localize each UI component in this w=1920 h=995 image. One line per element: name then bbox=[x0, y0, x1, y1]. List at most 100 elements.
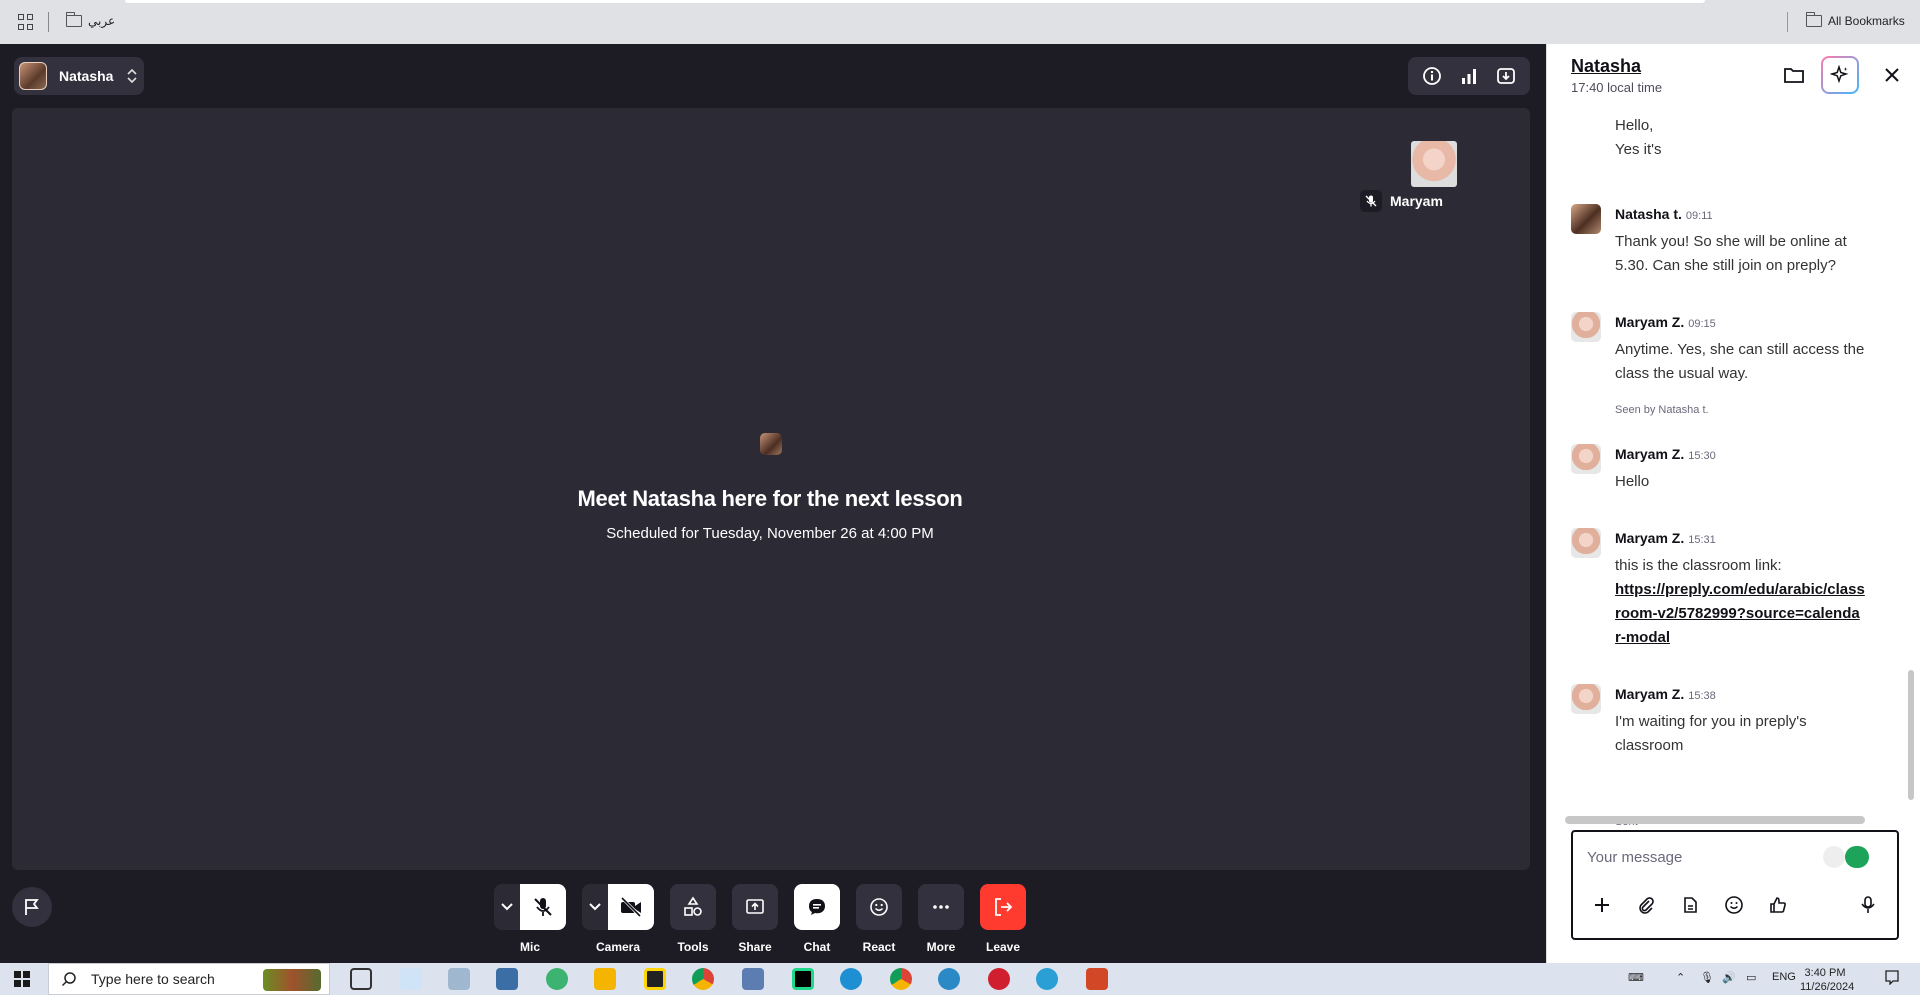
chevron-up-icon[interactable]: ⌃ bbox=[1676, 971, 1685, 984]
plus-icon bbox=[1595, 898, 1609, 912]
message-input[interactable] bbox=[1587, 846, 1817, 868]
camera-options-chevron-icon[interactable] bbox=[582, 884, 608, 930]
vertical-scrollbar[interactable] bbox=[1906, 110, 1916, 805]
mic-toggle-button[interactable] bbox=[520, 884, 566, 930]
folder-icon bbox=[1784, 68, 1804, 83]
download-icon[interactable] bbox=[1495, 65, 1517, 87]
scrollbar-thumb[interactable] bbox=[1565, 816, 1865, 824]
camera-label: Camera bbox=[595, 940, 641, 954]
emoji-button[interactable] bbox=[1719, 890, 1749, 920]
more-icon bbox=[933, 905, 949, 909]
more-label: More bbox=[926, 940, 956, 954]
photos-icon[interactable] bbox=[448, 968, 470, 990]
all-bookmarks[interactable]: All Bookmarks bbox=[1805, 12, 1905, 28]
bookmark-folder-arabic[interactable]: عربي bbox=[65, 12, 115, 28]
language-indicator[interactable]: ENG bbox=[1772, 971, 1796, 983]
edge-icon[interactable] bbox=[840, 968, 862, 990]
pycharm-icon[interactable] bbox=[792, 968, 814, 990]
clock-date: 11/26/2024 bbox=[1800, 981, 1855, 993]
signal-strength-icon[interactable] bbox=[1458, 65, 1480, 87]
message-time: 09:15 bbox=[1688, 318, 1716, 330]
chrome-profile-icon[interactable] bbox=[890, 968, 912, 990]
chat-app-icon[interactable] bbox=[546, 968, 568, 990]
chrome-icon[interactable] bbox=[692, 968, 714, 990]
apps-grid-icon[interactable] bbox=[18, 14, 34, 30]
voice-message-button[interactable] bbox=[1853, 890, 1883, 920]
app-icon[interactable] bbox=[496, 968, 518, 990]
pen-icon[interactable] bbox=[1823, 846, 1845, 868]
sticky-notes-icon[interactable] bbox=[644, 968, 666, 990]
message-author: Maryam Z. bbox=[1615, 530, 1685, 546]
message-text: this is the classroom link: https://prep… bbox=[1615, 554, 1865, 650]
chat-header: Natasha 17:40 local time bbox=[1547, 44, 1920, 106]
close-chat-button[interactable] bbox=[1873, 56, 1911, 94]
avatar bbox=[1571, 204, 1601, 234]
keyboard-icon[interactable]: ⌨ bbox=[1628, 971, 1644, 984]
network-icon[interactable]: ▭ bbox=[1746, 971, 1756, 984]
report-flag-button[interactable] bbox=[12, 887, 52, 927]
file-explorer-icon[interactable] bbox=[594, 968, 616, 990]
classroom-link[interactable]: https://preply.com/edu/arabic/classroom-… bbox=[1615, 581, 1865, 646]
sparkle-icon bbox=[1830, 65, 1849, 84]
omnibox-edge bbox=[125, 0, 1705, 3]
tools-icon bbox=[684, 896, 702, 916]
mic-label: Mic bbox=[519, 940, 540, 954]
camera-toggle-button[interactable] bbox=[608, 884, 654, 930]
note-button[interactable] bbox=[1675, 890, 1705, 920]
notifications-icon[interactable] bbox=[1884, 969, 1900, 988]
search-placeholder: Type here to search bbox=[91, 971, 215, 987]
more-button[interactable] bbox=[918, 884, 964, 930]
powerpoint-icon[interactable] bbox=[1086, 968, 1108, 990]
message-text: Hello, Yes it's bbox=[1615, 114, 1865, 162]
tools-button[interactable] bbox=[670, 884, 716, 930]
folder-icon bbox=[1805, 12, 1822, 27]
task-view-icon[interactable] bbox=[350, 968, 372, 990]
horizontal-scrollbar[interactable] bbox=[1555, 814, 1905, 826]
info-icon[interactable] bbox=[1421, 65, 1443, 87]
thumbs-up-button[interactable] bbox=[1763, 890, 1793, 920]
attach-button[interactable] bbox=[1631, 890, 1661, 920]
edge-icon[interactable] bbox=[1036, 968, 1058, 990]
message-text: Hello bbox=[1615, 473, 1650, 490]
translate-icon[interactable] bbox=[1845, 846, 1869, 868]
message-time: 15:38 bbox=[1688, 690, 1716, 702]
ai-assistant-button[interactable] bbox=[1821, 56, 1859, 94]
microphone-icon[interactable]: 🎙 bbox=[1700, 971, 1714, 984]
seen-status: Seen by Natasha t. bbox=[1615, 404, 1709, 416]
message-time: 09:11 bbox=[1685, 210, 1713, 222]
app-icon[interactable] bbox=[742, 968, 764, 990]
message-author: Maryam Z. bbox=[1615, 446, 1685, 462]
leave-button[interactable] bbox=[980, 884, 1026, 930]
camera-control: Camera bbox=[582, 884, 654, 954]
edge-icon[interactable] bbox=[938, 968, 960, 990]
scrollbar-thumb[interactable] bbox=[1908, 670, 1914, 800]
avatar bbox=[1571, 444, 1601, 474]
files-button[interactable] bbox=[1775, 56, 1813, 94]
message-list[interactable]: Hello, Yes it's Natasha t. 09:11 Thank yo… bbox=[1547, 110, 1920, 860]
app-icon[interactable] bbox=[988, 968, 1010, 990]
volume-icon[interactable]: 🔊 bbox=[1722, 971, 1736, 984]
message-meta: Natasha t. 09:11 bbox=[1615, 206, 1713, 222]
chat-control: Chat bbox=[794, 884, 840, 954]
snipping-tool-icon[interactable] bbox=[400, 968, 422, 990]
mic-options-chevron-icon[interactable] bbox=[494, 884, 520, 930]
chat-button[interactable] bbox=[794, 884, 840, 930]
message-author: Natasha t. bbox=[1615, 206, 1682, 222]
avatar bbox=[1571, 312, 1601, 342]
search-highlight-image bbox=[263, 969, 321, 991]
chat-contact-name[interactable]: Natasha bbox=[1571, 56, 1641, 77]
windows-start-icon[interactable] bbox=[14, 971, 30, 992]
avatar bbox=[19, 62, 47, 90]
system-clock[interactable]: 3:40 PM 11/26/2024 bbox=[1800, 966, 1855, 994]
taskbar-search[interactable]: Type here to search bbox=[48, 963, 330, 995]
video-call-area: Natasha Maryam Meet Natasha here for the… bbox=[0, 44, 1546, 963]
participant-switcher[interactable]: Natasha bbox=[14, 57, 144, 95]
local-time: 17:40 local time bbox=[1571, 80, 1663, 95]
chat-panel: Natasha 17:40 local time Hello, Yes it's… bbox=[1546, 44, 1920, 963]
react-button[interactable] bbox=[856, 884, 902, 930]
leave-control: Leave bbox=[980, 884, 1026, 954]
add-button[interactable] bbox=[1587, 890, 1617, 920]
clock-time: 3:40 PM bbox=[1804, 967, 1846, 979]
share-button[interactable] bbox=[732, 884, 778, 930]
message-text: Anytime. Yes, she can still access the c… bbox=[1615, 341, 1865, 382]
